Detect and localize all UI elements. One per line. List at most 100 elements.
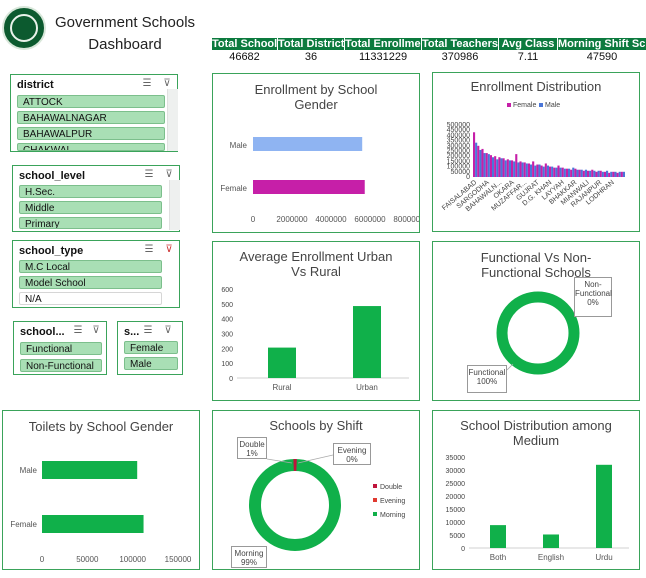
bar-male: [559, 167, 562, 177]
bar-female: [574, 168, 577, 177]
tick-label: 400: [221, 317, 233, 324]
category-label: Urban: [356, 383, 378, 392]
bar-female: [544, 163, 547, 177]
bar: [353, 306, 381, 378]
slicer-item[interactable]: Female: [124, 341, 178, 354]
slicer-item[interactable]: Male: [124, 357, 178, 370]
bar-female: [578, 169, 581, 177]
slicer-school-functional[interactable]: school... ☰ ⊽ Functional Non-Functional: [13, 321, 107, 375]
bar-female: [502, 158, 505, 177]
slicer-header: school...: [20, 326, 65, 338]
slicer-item[interactable]: BAHAWALPUR: [17, 127, 165, 140]
bar-male: [597, 170, 600, 177]
bar-female: [494, 156, 497, 177]
chart-functional-schools: [496, 291, 580, 375]
legend-label: Double: [380, 484, 402, 491]
slicer-item[interactable]: Primary: [19, 217, 162, 229]
bar-male: [610, 171, 613, 177]
bar-female: [473, 132, 476, 177]
slicer-item[interactable]: Functional: [20, 342, 102, 355]
scrollbar[interactable]: [169, 180, 180, 230]
bar-female: [536, 164, 539, 177]
slicer-school-level[interactable]: school_level ☰ ⊽ H.Sec. Middle Primary: [12, 165, 180, 232]
legend-label: Male: [545, 102, 560, 109]
category-label: English: [538, 553, 564, 562]
tick-label: 8000000: [393, 215, 419, 224]
clear-filter-icon[interactable]: ⊽: [163, 169, 175, 180]
kpi-label: Morning Shift Schools: [558, 38, 646, 50]
slicer-district[interactable]: district ☰ ⊽ ATTOCK BAHAWALNAGAR BAHAWAL…: [10, 74, 178, 152]
clear-filter-icon[interactable]: ⊽: [163, 244, 175, 255]
clear-filter-icon[interactable]: ⊽: [90, 325, 102, 336]
bar-male: [555, 167, 558, 177]
slicer-item[interactable]: ATTOCK: [17, 95, 165, 108]
tick-label: 4000000: [315, 215, 347, 224]
slicer-item[interactable]: M.C Local: [19, 260, 162, 273]
bar-male: [580, 169, 583, 177]
tick-label: 500: [221, 302, 233, 309]
slicer-item[interactable]: H.Sec.: [19, 185, 162, 198]
callout-double: Double 1%: [237, 437, 267, 459]
kpi-value: 46682: [229, 51, 260, 63]
multi-select-icon[interactable]: ☰: [72, 325, 84, 336]
bar: [42, 515, 144, 533]
bar-female: [489, 155, 492, 177]
multi-select-icon[interactable]: ☰: [142, 325, 154, 336]
bar-male: [475, 142, 478, 177]
bar-male: [572, 167, 575, 177]
bar-female: [549, 166, 552, 177]
bar: [253, 137, 363, 151]
scrollbar[interactable]: [167, 89, 178, 151]
bar-male: [576, 169, 579, 177]
bar-female: [620, 171, 623, 177]
bar-male: [500, 158, 503, 177]
bar-male: [538, 164, 541, 177]
bar: [253, 180, 365, 194]
bar: [596, 464, 612, 548]
slicer-item[interactable]: Middle: [19, 201, 162, 214]
bar: [42, 461, 138, 479]
chart-urban-vs-rural: 0 100 200 300 400 500 600 Rural Urban: [221, 287, 409, 392]
kpi-value: 370986: [441, 51, 479, 63]
slicer-item[interactable]: BAHAWALNAGAR: [17, 111, 165, 124]
bar-female: [599, 170, 602, 177]
bar-female: [582, 170, 585, 177]
slicer-item[interactable]: Non-Functional: [20, 359, 102, 372]
tick-label: 500000: [447, 122, 470, 129]
clear-filter-icon[interactable]: ⊽: [162, 325, 174, 336]
slicer-header: district: [17, 79, 54, 91]
slicer-item[interactable]: Model School: [19, 276, 162, 289]
title-line-1: Government Schools: [54, 14, 196, 31]
kpi-label: Total Schools: [212, 38, 277, 50]
bar: [268, 347, 296, 378]
bar-female: [570, 169, 573, 177]
kpi-value: 47590: [586, 51, 618, 63]
callout-non-functional: Non-Functional 0%: [574, 277, 612, 317]
category-label: Male: [230, 141, 248, 150]
multi-select-icon[interactable]: ☰: [143, 169, 155, 180]
bar-male: [479, 149, 482, 177]
slicer-item[interactable]: CHAKWAL: [17, 143, 165, 151]
multi-select-icon[interactable]: ☰: [141, 78, 153, 89]
tick-label: 100: [221, 361, 233, 368]
multi-select-icon[interactable]: ☰: [143, 244, 155, 255]
tick-label: 600: [221, 287, 233, 294]
category-label: Female: [220, 184, 247, 193]
panel-medium-distribution: School Distribution among Medium 0 5000 10…: [432, 410, 640, 570]
tick-label: 10000: [446, 520, 466, 527]
tick-label: 150000: [165, 555, 192, 564]
bar-female: [608, 172, 611, 177]
kpi-value: 36: [304, 51, 318, 63]
category-label: Female: [10, 520, 37, 529]
tick-label: 30000: [446, 468, 466, 475]
leader-line: [506, 363, 514, 371]
clear-filter-icon[interactable]: ⊽: [161, 78, 173, 89]
panel-toilets-by-gender: Toilets by School Gender Male Female 0 5000…: [2, 410, 200, 570]
slicer-school-type[interactable]: school_type ☰ ⊽ M.C Local Model School N…: [12, 240, 180, 308]
bar-female: [616, 172, 619, 177]
bar-male: [483, 153, 486, 177]
legend-swatch: [373, 484, 377, 488]
slicer-school-gender[interactable]: s... ☰ ⊽ Female Male: [117, 321, 183, 375]
legend-label: Morning: [380, 512, 405, 519]
slicer-item[interactable]: N/A: [19, 292, 162, 305]
